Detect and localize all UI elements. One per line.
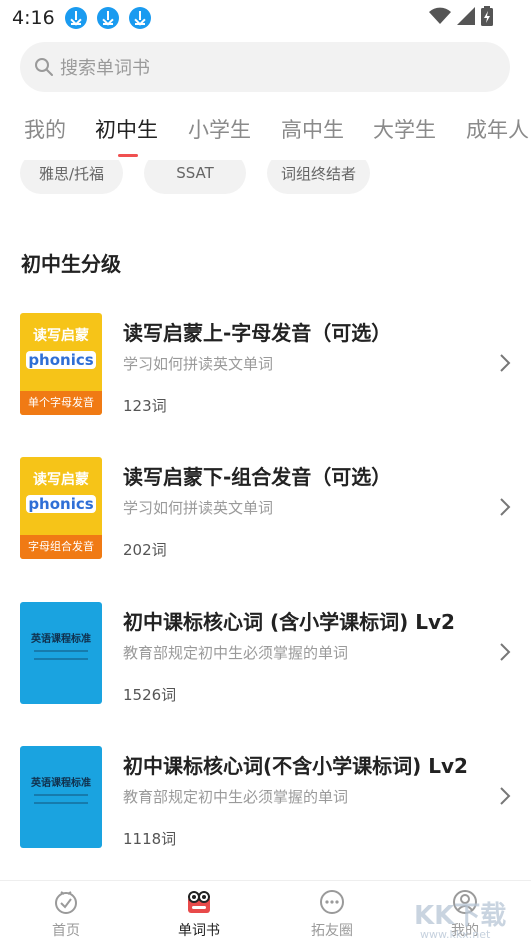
nav-home[interactable]: 首页 — [16, 881, 116, 944]
book-word-count: 1526词 — [123, 686, 177, 704]
book-title: 读写启蒙下-组合发音（可选） — [123, 465, 392, 489]
active-tab-indicator — [118, 154, 138, 157]
status-time: 4:16 — [12, 7, 55, 29]
battery-icon — [481, 6, 493, 26]
category-tabs: 我的 初中生 小学生 高中生 大学生 成年人 — [0, 108, 531, 158]
book-title: 初中课标核心词(不含小学课标词) Lv2 — [123, 754, 468, 778]
chat-icon — [320, 890, 344, 914]
book-item[interactable]: 英语课程标准 初中课标核心词(不含小学课标词) Lv2 教育部规定初中生必须掌握… — [0, 746, 531, 850]
wifi-icon — [429, 7, 451, 24]
nav-label: 拓友圈 — [311, 923, 353, 939]
book-item[interactable]: 读写启蒙 phonics 字母组合发音 读写启蒙下-组合发音（可选） 学习如何拼… — [0, 457, 531, 561]
search-icon — [35, 58, 53, 76]
chevron-right-icon — [500, 354, 511, 372]
search-placeholder: 搜索单词书 — [60, 58, 150, 79]
chevron-right-icon — [500, 498, 511, 516]
chip-phrases[interactable]: 词组终结者 — [267, 160, 370, 194]
book-item[interactable]: 英语课程标准 初中课标核心词 (含小学课标词) Lv2 教育部规定初中生必须掌握… — [0, 602, 531, 706]
cover-title: 英语课程标准 — [31, 778, 91, 789]
download-icon — [96, 7, 119, 29]
cover-decoration — [34, 802, 88, 804]
cover-decoration — [34, 650, 88, 652]
tag-chips: 雅思/托福 SSAT 词组终结者 — [0, 160, 531, 196]
book-cover: 读写启蒙 phonics 字母组合发音 — [20, 457, 102, 559]
section-title: 初中生分级 — [21, 252, 121, 276]
book-desc: 教育部规定初中生必须掌握的单词 — [123, 788, 349, 806]
book-title: 读写启蒙上-字母发音（可选） — [123, 321, 392, 345]
cover-decoration — [34, 658, 88, 660]
chip-ielts-toefl[interactable]: 雅思/托福 — [20, 160, 123, 194]
cover-phonics: phonics — [26, 495, 96, 513]
cover-band: 字母组合发音 — [20, 535, 102, 559]
book-word-count: 202词 — [123, 541, 167, 559]
status-bar: 4:16 — [0, 0, 531, 36]
nav-label: 单词书 — [178, 923, 220, 939]
book-desc: 学习如何拼读英文单词 — [123, 355, 274, 373]
tab-junior-high[interactable]: 初中生 — [95, 114, 158, 144]
download-icon — [64, 7, 87, 29]
book-title: 初中课标核心词 (含小学课标词) Lv2 — [123, 610, 455, 634]
cover-title: 读写启蒙 — [33, 472, 89, 488]
book-word-count: 123词 — [123, 397, 167, 415]
tab-mine[interactable]: 我的 — [24, 114, 66, 144]
tab-adult[interactable]: 成年人 — [466, 114, 529, 144]
chip-ssat[interactable]: SSAT — [144, 160, 246, 194]
book-cover: 英语课程标准 — [20, 602, 102, 704]
nav-label: 首页 — [52, 923, 80, 939]
cover-decoration — [34, 794, 88, 796]
cover-phonics: phonics — [26, 351, 96, 369]
book-desc: 教育部规定初中生必须掌握的单词 — [123, 644, 349, 662]
tab-primary[interactable]: 小学生 — [188, 114, 251, 144]
chevron-right-icon — [500, 787, 511, 805]
book-cover: 英语课程标准 — [20, 746, 102, 848]
wordbook-icon — [188, 891, 210, 913]
download-icon — [128, 7, 151, 29]
cover-band: 单个字母发音 — [20, 391, 102, 415]
book-word-count: 1118词 — [123, 830, 177, 848]
tab-college[interactable]: 大学生 — [373, 114, 436, 144]
signal-icon — [457, 7, 475, 25]
cover-title: 英语课程标准 — [31, 634, 91, 645]
search-input[interactable]: 搜索单词书 — [20, 42, 510, 92]
status-indicators — [429, 6, 493, 26]
nav-community[interactable]: 拓友圈 — [282, 881, 382, 944]
watermark-logo: KK下载 — [414, 901, 507, 931]
chevron-right-icon — [500, 643, 511, 661]
book-cover: 读写启蒙 phonics 单个字母发音 — [20, 313, 102, 415]
cover-title: 读写启蒙 — [33, 328, 89, 344]
home-icon — [55, 891, 77, 914]
watermark-url: www.kkx.net — [420, 928, 491, 941]
book-desc: 学习如何拼读英文单词 — [123, 499, 274, 517]
nav-wordbook[interactable]: 单词书 — [149, 881, 249, 944]
tab-senior-high[interactable]: 高中生 — [281, 114, 344, 144]
book-item[interactable]: 读写启蒙 phonics 单个字母发音 读写启蒙上-字母发音（可选） 学习如何拼… — [0, 313, 531, 417]
